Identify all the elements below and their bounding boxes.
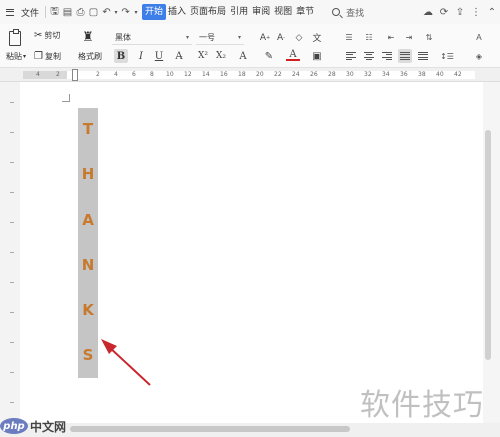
horizontal-scroll-thumb[interactable] (70, 426, 350, 432)
php-logo-badge: php (0, 418, 28, 434)
watermark-php: php 中文网 (0, 416, 84, 436)
wps-writer-window: 文件 🖫 ▤ ⎙ ▢ ↶ ▾ ↷ ▾ 开始 插入 页面布局 引用 审阅 视图 章… (0, 0, 500, 437)
php-logo-text: 中文网 (30, 419, 67, 434)
annotation-arrow (101, 339, 151, 386)
vertical-scroll-thumb[interactable] (485, 130, 491, 360)
arrow-shaft (107, 345, 151, 386)
watermark-site: 软件技巧 (360, 388, 484, 423)
